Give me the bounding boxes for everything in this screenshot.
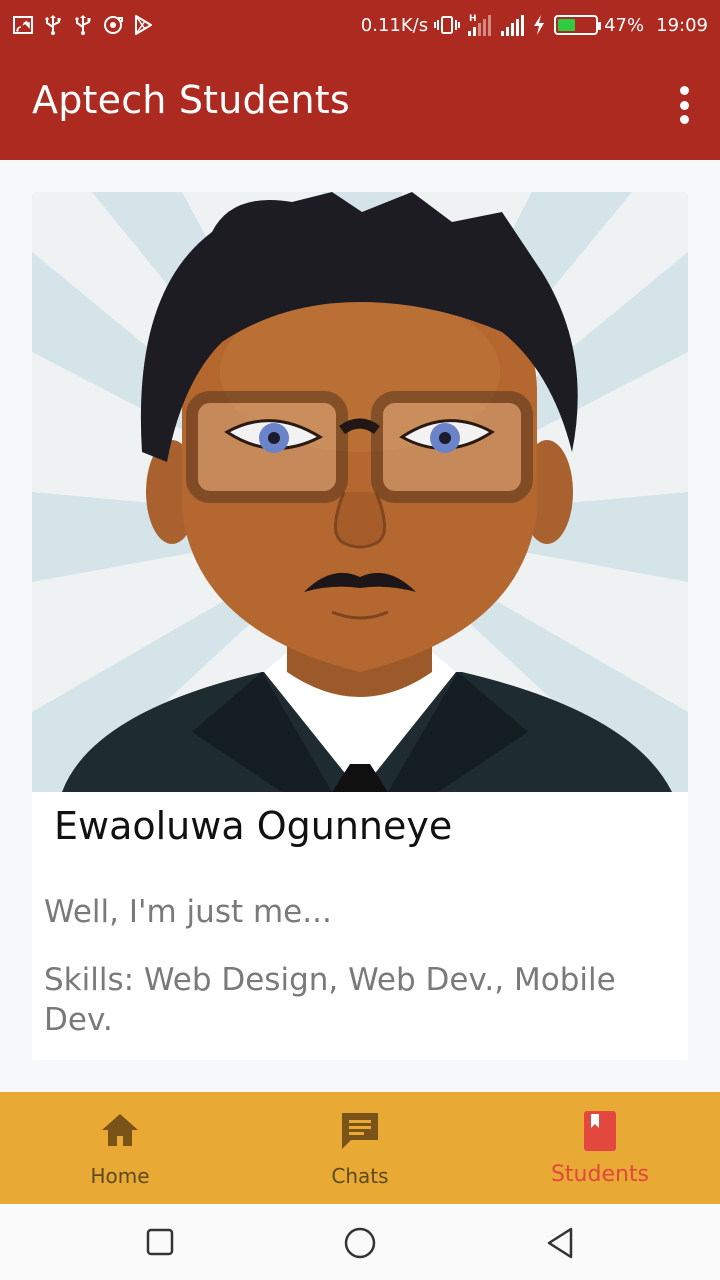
bottom-navigation: Home Chats Students [0,1092,720,1204]
nav-item-home[interactable]: Home [0,1092,240,1204]
vibrate-icon [434,16,461,34]
battery-percent: 47% [604,14,645,36]
back-triangle-icon[interactable] [545,1226,575,1260]
student-bio: Well, I'm just me... [44,894,332,930]
chat-icon [342,1113,378,1149]
home-icon [102,1114,138,1146]
svg-text:H: H [469,14,477,24]
signal-h-icon: H [468,14,492,36]
status-notification-icons [12,12,154,38]
screencast-icon [13,16,33,34]
student-avatar [32,192,688,792]
charging-icon [534,15,545,35]
app-title: Aptech Students [32,78,350,122]
signal-icon [501,15,525,36]
home-circle-icon[interactable] [343,1226,377,1260]
nav-label-home: Home [90,1164,150,1188]
more-vert-icon[interactable] [676,86,692,124]
student-name: Ewaoluwa Ogunneye [54,804,453,848]
play-store-icon [135,15,152,35]
recents-square-icon[interactable] [145,1226,175,1258]
nav-label-chats: Chats [331,1164,389,1188]
student-skills: Skills: Web Design, Web Dev., Mobile Dev… [44,962,616,1038]
nav-item-chats[interactable]: Chats [240,1092,480,1204]
nav-label-students: Students [550,1162,650,1187]
nav-item-students[interactable]: Students [480,1092,720,1204]
sync-icon [104,16,123,34]
app-bar: Aptech Students [0,50,720,160]
bookmark-book-icon [584,1111,616,1151]
battery-icon [554,15,602,35]
network-speed: 0.11K/s [360,14,429,36]
status-system-info: 0.11K/s H 47% 19:09 [361,12,708,38]
clock: 19:09 [656,14,708,36]
usb-icon [45,15,61,35]
system-navigation-bar [0,1204,720,1280]
status-bar: 0.11K/s H 47% 19:09 [0,0,720,50]
usb-icon [75,15,91,35]
student-profile-card[interactable]: Ewaoluwa Ogunneye Well, I'm just me... S… [32,192,688,1060]
